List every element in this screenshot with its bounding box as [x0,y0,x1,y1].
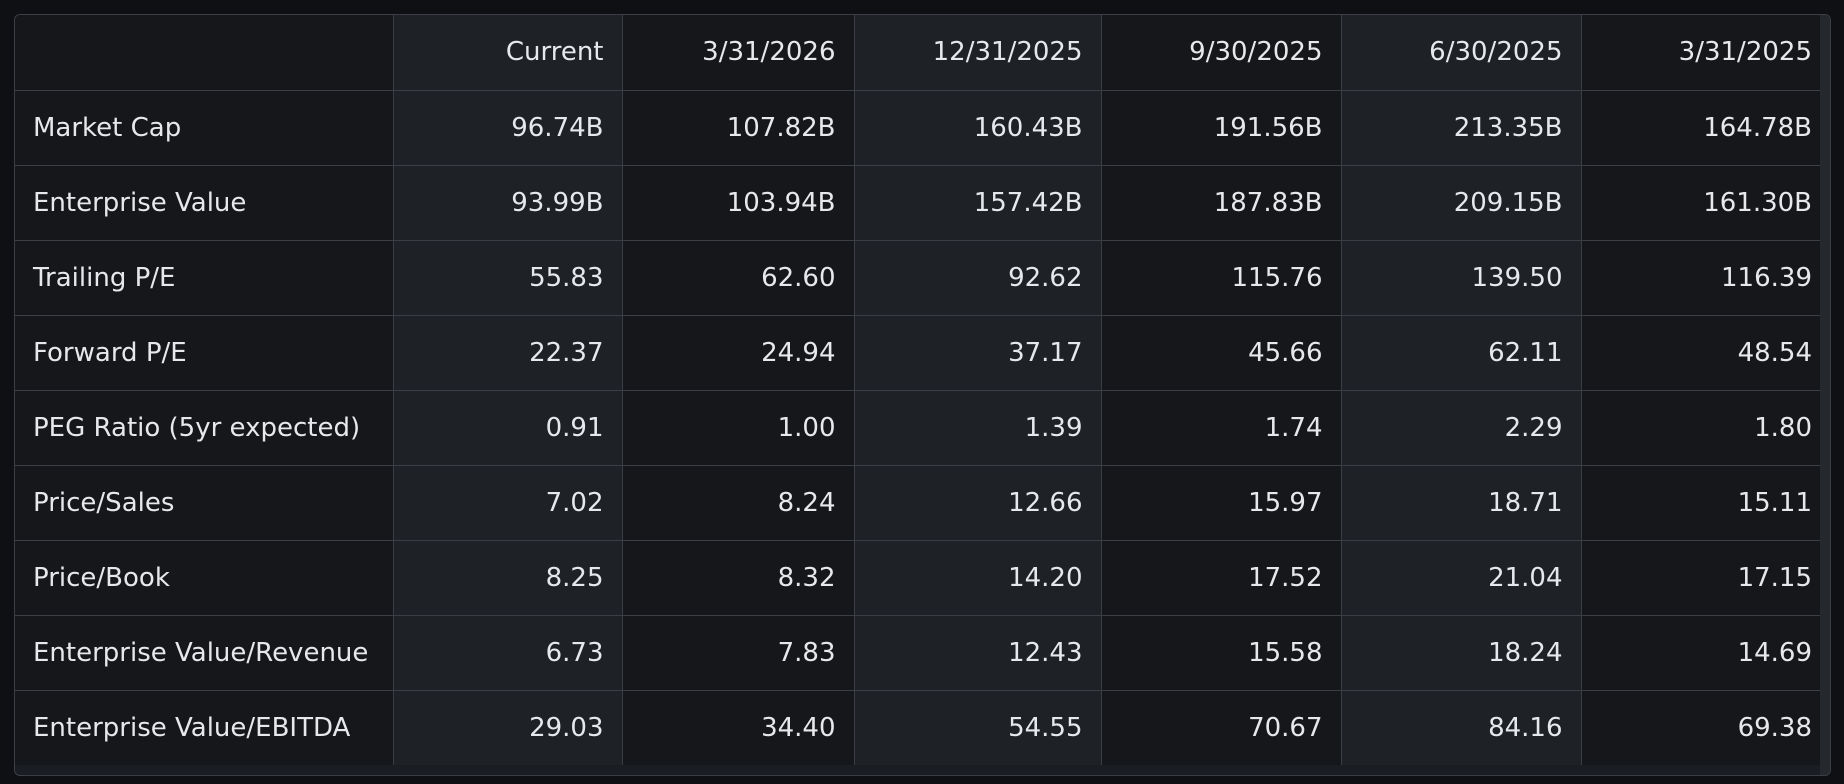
table-cell-value: 24.94 [622,315,855,391]
table-cell-value: 6.73 [393,615,623,691]
row-label: PEG Ratio (5yr expected) [15,390,394,466]
table-cell-value: 18.24 [1341,615,1582,691]
table-cell-value: 103.94B [622,165,855,241]
table-cell-value: 62.60 [622,240,855,316]
table-cell-value: 107.82B [622,90,855,166]
table-cell-value: 209.15B [1341,165,1582,241]
table-cell-value: 93.99B [393,165,623,241]
table-row: PEG Ratio (5yr expected) 0.91 1.00 1.39 1.74… [15,390,1830,466]
table-cell-value: 1.00 [622,390,855,466]
table-cell-value: 1.39 [854,390,1102,466]
row-label: Forward P/E [15,315,394,391]
table-row: Enterprise Value/EBITDA 29.03 34.40 54.55 70… [15,690,1830,765]
table-cell-value: 15.58 [1101,615,1342,691]
table-cell-value: 62.11 [1341,315,1582,391]
table-row: Trailing P/E 55.83 62.60 92.62 115.76 139.50 1… [15,240,1830,316]
table-cell-value: 0.91 [393,390,623,466]
table-cell-value: 48.54 [1581,315,1830,391]
table-cell-value: 164.78B [1581,90,1830,166]
table-cell-value: 14.69 [1581,615,1830,691]
column-header-date: 12/31/2025 [854,15,1102,91]
table-cell-value: 8.25 [393,540,623,616]
column-header-current: Current [393,15,623,91]
valuation-measures-table: Current 3/31/2026 12/31/2025 9/30/2025 6… [15,15,1830,765]
table-row: Price/Book 8.25 8.32 14.20 17.52 21.04 17.15 [15,540,1830,616]
table-cell-value: 2.29 [1341,390,1582,466]
table-cell-value: 34.40 [622,690,855,765]
table-cell-value: 15.97 [1101,465,1342,541]
table-cell-value: 160.43B [854,90,1102,166]
row-label: Price/Book [15,540,394,616]
table-row: Forward P/E 22.37 24.94 37.17 45.66 62.11 48.5… [15,315,1830,391]
table-cell-value: 12.66 [854,465,1102,541]
table-header-row: Current 3/31/2026 12/31/2025 9/30/2025 6… [15,15,1830,91]
row-label: Price/Sales [15,465,394,541]
table-cell-value: 21.04 [1341,540,1582,616]
table-cell-value: 191.56B [1101,90,1342,166]
table-cell-value: 8.32 [622,540,855,616]
table-row: Price/Sales 7.02 8.24 12.66 15.97 18.71 15.11 [15,465,1830,541]
table-cell-value: 45.66 [1101,315,1342,391]
table-cell-value: 8.24 [622,465,855,541]
table-row: Enterprise Value/Revenue 6.73 7.83 12.43 15.… [15,615,1830,691]
table-cell-value: 161.30B [1581,165,1830,241]
table-cell-value: 115.76 [1101,240,1342,316]
column-header-date: 3/31/2026 [622,15,855,91]
table-cell-value: 1.74 [1101,390,1342,466]
table-cell-value: 84.16 [1341,690,1582,765]
table-cell-value: 18.71 [1341,465,1582,541]
row-label: Trailing P/E [15,240,394,316]
row-label: Market Cap [15,90,394,166]
table-cell-value: 14.20 [854,540,1102,616]
table-cell-value: 29.03 [393,690,623,765]
table-cell-value: 139.50 [1341,240,1582,316]
table-cell-value: 54.55 [854,690,1102,765]
table-row: Enterprise Value 93.99B 103.94B 157.42B 187.… [15,165,1830,241]
table-cell-value: 17.15 [1581,540,1830,616]
column-header-date: 9/30/2025 [1101,15,1342,91]
row-label: Enterprise Value/EBITDA [15,690,394,765]
table-cell-value: 157.42B [854,165,1102,241]
table-cell-value: 70.67 [1101,690,1342,765]
table-cell-value: 22.37 [393,315,623,391]
header-corner-cell [15,15,394,91]
table-cell-value: 96.74B [393,90,623,166]
table-cell-value: 12.43 [854,615,1102,691]
table-cell-value: 116.39 [1581,240,1830,316]
horizontal-scroll-edge[interactable] [1820,15,1830,775]
table-cell-value: 55.83 [393,240,623,316]
row-label: Enterprise Value [15,165,394,241]
table-cell-value: 92.62 [854,240,1102,316]
valuation-measures-table-container: Current 3/31/2026 12/31/2025 9/30/2025 6… [14,14,1831,776]
table-cell-value: 37.17 [854,315,1102,391]
column-header-date: 3/31/2025 [1581,15,1830,91]
column-header-date: 6/30/2025 [1341,15,1582,91]
table-cell-value: 7.02 [393,465,623,541]
table-cell-value: 7.83 [622,615,855,691]
table-cell-value: 69.38 [1581,690,1830,765]
table-cell-value: 15.11 [1581,465,1830,541]
table-cell-value: 213.35B [1341,90,1582,166]
table-cell-value: 187.83B [1101,165,1342,241]
table-row: Market Cap 96.74B 107.82B 160.43B 191.56B 213… [15,90,1830,166]
table-cell-value: 1.80 [1581,390,1830,466]
row-label: Enterprise Value/Revenue [15,615,394,691]
table-cell-value: 17.52 [1101,540,1342,616]
